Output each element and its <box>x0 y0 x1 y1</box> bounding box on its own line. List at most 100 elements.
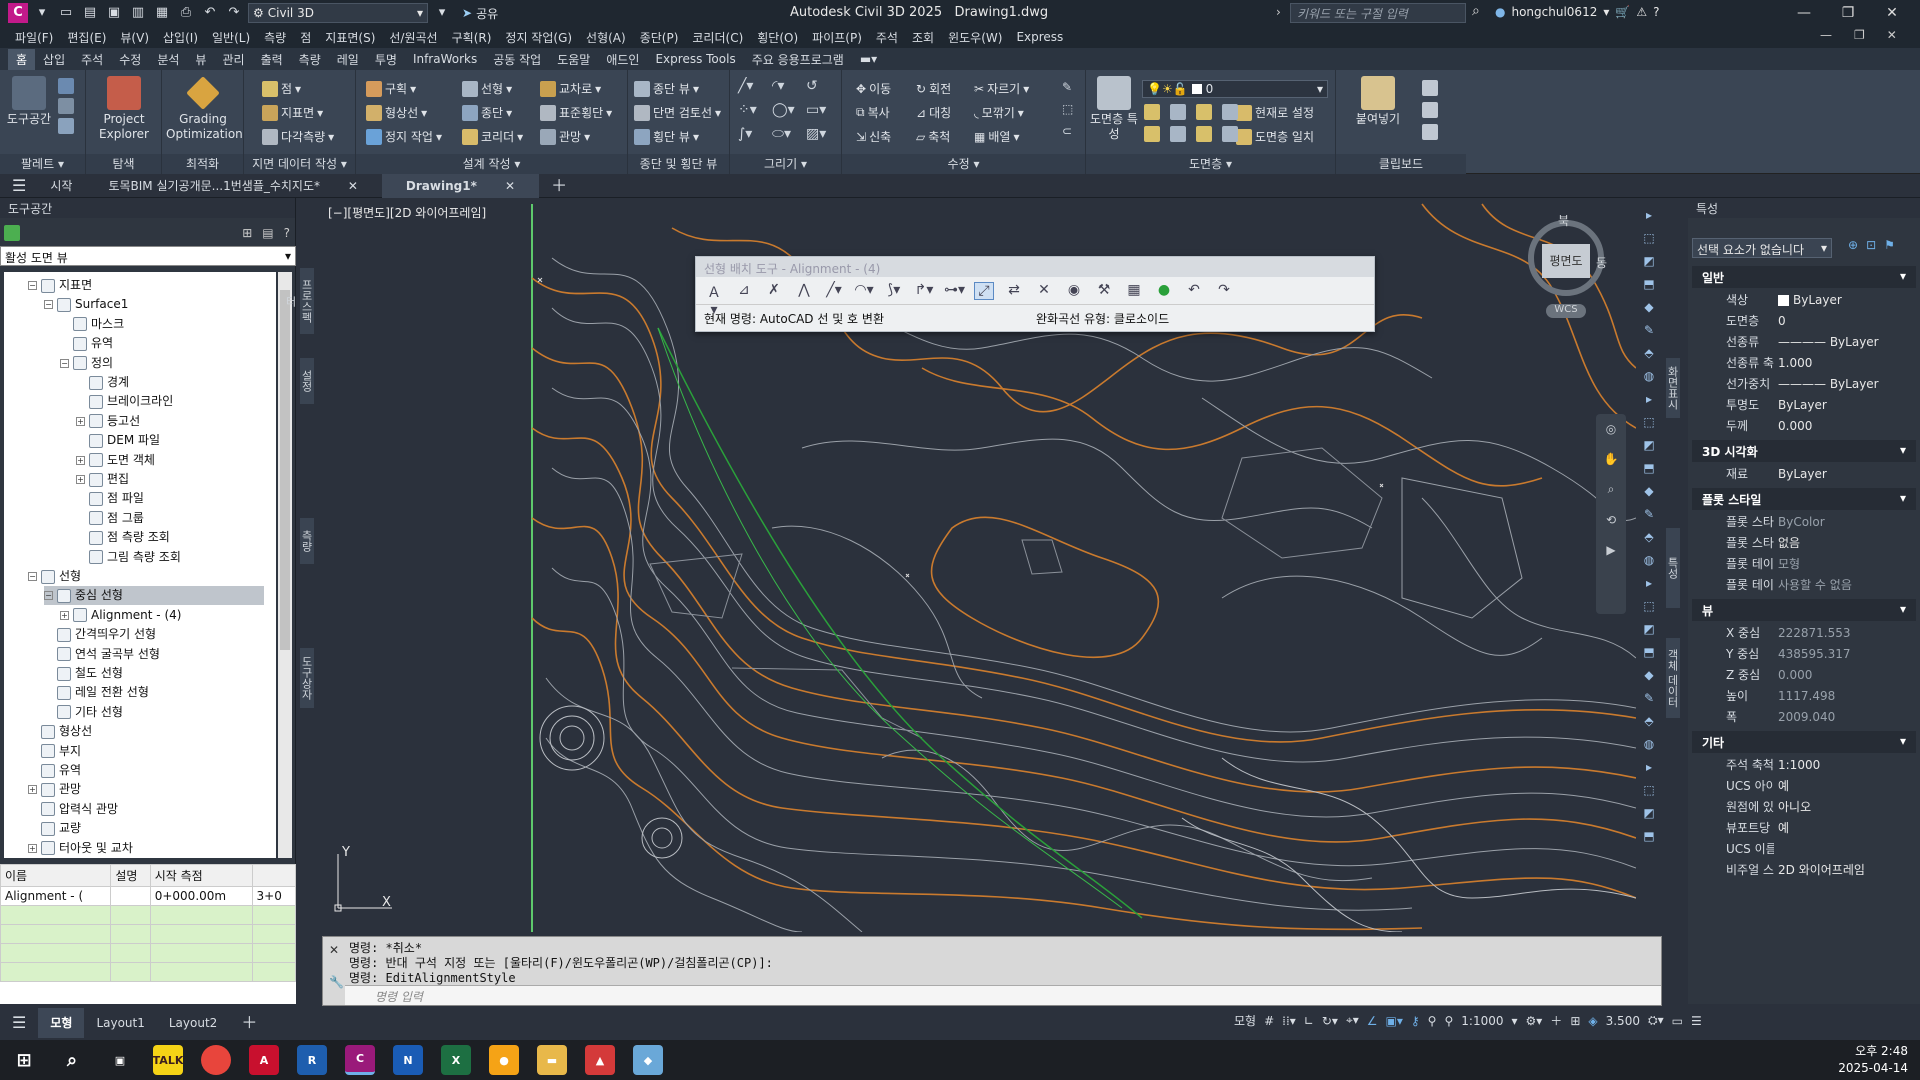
osnap-track-icon[interactable]: ∠ <box>1367 1014 1378 1028</box>
ribbon-tab[interactable]: 분석 <box>149 49 187 70</box>
tree-node[interactable]: 점 파일 <box>76 489 144 508</box>
col-start-station[interactable]: 시작 측점 <box>149 864 253 887</box>
viewcube-face[interactable]: 평면도 <box>1542 244 1590 278</box>
property-section[interactable]: 플롯 스타일 ▾ <box>1692 488 1916 510</box>
search-icon[interactable]: ⌕ <box>57 1045 87 1075</box>
layers-title[interactable]: 도면층 ▾ <box>1086 154 1335 174</box>
annotation-scale[interactable]: 1:1000 <box>1461 1014 1503 1028</box>
expand-toggle-icon[interactable]: + <box>76 475 85 484</box>
palette-title[interactable]: 팔레트 ▾ <box>0 154 85 174</box>
customize-icon[interactable]: ☰ <box>1691 1014 1702 1028</box>
civil3d-taskbar-icon[interactable]: C <box>345 1045 375 1075</box>
menu-item[interactable]: 조회 <box>905 29 941 46</box>
command-input[interactable]: 명령 입력 <box>345 985 1661 1005</box>
ribbon-tab[interactable]: InfraWorks <box>405 50 485 68</box>
restore-icon[interactable]: ❐ <box>1854 28 1865 42</box>
search-icon[interactable]: ⌕ <box>1472 3 1480 19</box>
property-row[interactable]: Y 중심 438595.317 <box>1692 643 1916 664</box>
strip-tool-icon[interactable]: ◩ <box>1643 622 1654 636</box>
property-row[interactable]: 높이 1117.498 <box>1692 685 1916 706</box>
app-logo[interactable]: C <box>8 3 28 23</box>
a360-icon[interactable]: ⚠ <box>1636 5 1647 19</box>
expand-toggle-icon[interactable]: − <box>44 300 53 310</box>
tree-node[interactable]: + 등고선 <box>76 412 140 431</box>
property-section[interactable]: 일반 ▾ <box>1692 266 1916 288</box>
design-title[interactable]: 설계 작성 ▾ <box>356 154 627 174</box>
tree-node[interactable]: + 터아웃 및 교차 <box>28 839 133 858</box>
ribbon-minimize-icon[interactable]: ▬▾ <box>852 50 885 68</box>
sub-entity-icon[interactable]: ⊶▾ <box>944 282 965 300</box>
chevron-down-icon[interactable]: ▾ <box>1511 1014 1517 1028</box>
strip-tool-icon[interactable]: ▸ <box>1646 208 1652 222</box>
share-icon[interactable]: ➤ <box>462 6 472 20</box>
osnap-icon[interactable]: ▣▾ <box>1386 1014 1403 1028</box>
clean-screen-icon[interactable]: ▭ <box>1672 1014 1683 1028</box>
isolate-icon[interactable]: ◈ <box>1588 1014 1597 1028</box>
web-save-icon[interactable]: ▦ <box>152 4 172 22</box>
section-view-button[interactable]: 횡단 뷰 ▾ <box>634 128 699 145</box>
tree-node[interactable]: 점 그룹 <box>76 509 144 528</box>
explode-icon[interactable]: ⬚ <box>1062 102 1073 116</box>
strip-tool-icon[interactable]: ⬚ <box>1643 415 1654 429</box>
wrench-icon[interactable]: 🔧 <box>329 975 344 989</box>
ribbon-tab[interactable]: 관리 <box>214 49 252 70</box>
tree-node[interactable]: − 선형 <box>28 567 81 586</box>
cart-icon[interactable]: 🛒 <box>1615 5 1630 19</box>
tab-sample-drawing[interactable]: 토목BIM 실기공개문...1번샘플_수치지도* ✕ <box>84 174 381 198</box>
layer-tool-icon[interactable] <box>1144 126 1160 142</box>
strip-tool-icon[interactable]: ⬒ <box>1643 645 1654 659</box>
zoom-icon[interactable]: ⌕ <box>1608 482 1615 497</box>
undo-icon[interactable]: ↶ <box>1184 282 1204 300</box>
close-icon[interactable]: ✕ <box>1870 2 1914 24</box>
orbit-icon[interactable]: ⟲ <box>1606 513 1616 527</box>
tree-node[interactable]: − 중심 선형 <box>44 586 264 606</box>
strip-tool-icon[interactable]: ◆ <box>1644 484 1653 498</box>
open-folder-icon[interactable]: ▤ <box>80 4 100 22</box>
property-row[interactable]: 플롯 스타... 없음 <box>1692 532 1916 553</box>
tab-drawing1[interactable]: Drawing1* ✕ <box>381 173 540 198</box>
draw-title[interactable]: 그리기 ▾ <box>730 154 841 174</box>
strip-tool-icon[interactable]: ▸ <box>1646 576 1652 590</box>
snap-icon[interactable]: ⁞⁞▾ <box>1282 1014 1296 1028</box>
menu-item[interactable]: 지표면(S) <box>318 29 382 46</box>
qat-more-icon[interactable]: ▾ <box>432 4 452 22</box>
menu-item[interactable]: 횡단(O) <box>750 29 805 46</box>
col-more[interactable] <box>251 864 296 887</box>
spiral-tools-icon[interactable]: ⟆▾ <box>884 282 904 300</box>
cut-icon[interactable] <box>1422 80 1438 96</box>
expand-toggle-icon[interactable]: + <box>28 843 37 853</box>
fillet-button[interactable]: ◟ 모깎기 ▾ <box>974 104 1024 121</box>
hardware-accel-icon[interactable]: ⛭▾ <box>1648 1013 1664 1028</box>
ribbon-tab[interactable]: 주요 응용프로그램 <box>744 49 852 70</box>
chrome-icon[interactable] <box>201 1045 231 1075</box>
hamburger-menu-icon[interactable]: ☰ <box>0 1008 38 1038</box>
move-button[interactable]: ✥ 이동 <box>856 80 891 97</box>
grid-icon[interactable]: # <box>1264 1014 1274 1028</box>
ortho-icon[interactable]: ∟ <box>1304 1014 1314 1028</box>
windows-start-icon[interactable]: ⊞ <box>9 1045 39 1075</box>
app-icon[interactable]: ▲ <box>585 1045 615 1075</box>
traverse-button[interactable]: 다각측량 ▾ <box>262 128 334 145</box>
toolspace-button[interactable]: 도구공간 <box>2 76 56 127</box>
tree-node[interactable]: 점 측량 조회 <box>76 528 170 547</box>
tree-node[interactable]: 레일 전환 선형 <box>44 683 149 702</box>
tab-model[interactable]: 모형 <box>38 1008 85 1038</box>
minimize-icon[interactable]: — <box>1782 2 1826 24</box>
properties-icon[interactable] <box>58 78 74 94</box>
menu-item[interactable]: 편집(E) <box>60 29 113 46</box>
menu-item[interactable]: 선/원곡선 <box>382 29 444 46</box>
tab-object-data[interactable]: 객체 데이터 <box>1666 638 1680 718</box>
table-row[interactable]: Alignment - (0+000.00m 3+0 <box>0 886 296 906</box>
property-row[interactable]: 재료 ByLayer <box>1692 463 1916 484</box>
strip-tool-icon[interactable]: ▸ <box>1646 392 1652 406</box>
strip-tool-icon[interactable]: ◩ <box>1643 254 1654 268</box>
property-row[interactable]: 플롯 테이... 모형 <box>1692 553 1916 574</box>
minimize-icon[interactable]: — <box>1820 28 1832 42</box>
tab-toolbox[interactable]: 도구상자 <box>300 648 314 708</box>
sample-line-button[interactable]: 단면 검토선 ▾ <box>634 104 721 121</box>
menu-item[interactable]: 일반(L) <box>205 29 257 46</box>
ribbon-tab[interactable]: 측량 <box>291 49 329 70</box>
alignment-tool-title[interactable]: 선형 배치 도구 - Alignment - (4) <box>696 257 1374 277</box>
project-explorer-button[interactable]: Project Explorer <box>92 76 156 142</box>
property-row[interactable]: UCS 아이콘... 예 <box>1692 775 1916 796</box>
